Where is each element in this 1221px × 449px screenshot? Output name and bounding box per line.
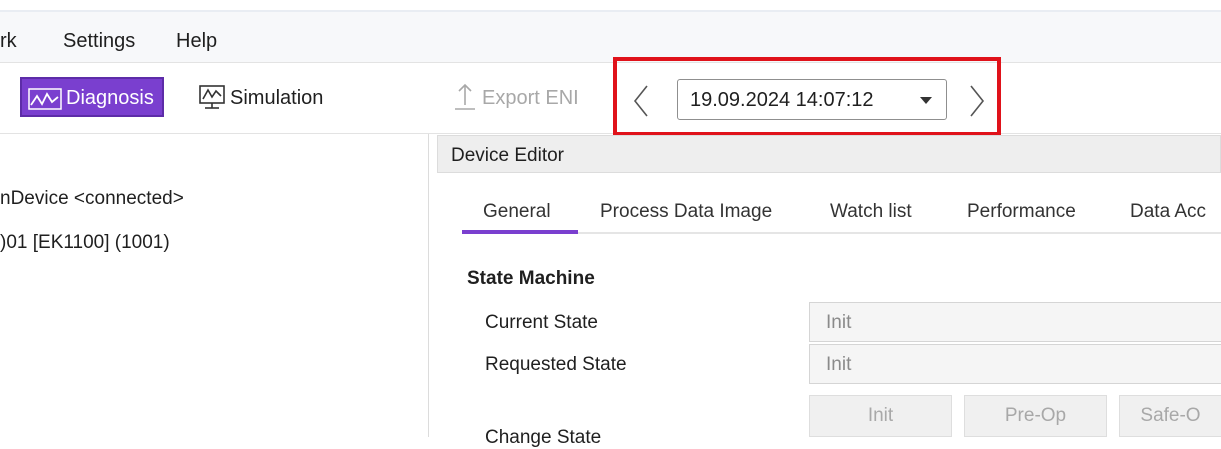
- device-editor-header: Device Editor: [437, 135, 1221, 173]
- export-eni-label: Export ENI: [482, 87, 579, 109]
- simulation-icon: [199, 85, 225, 109]
- diagnosis-label: Diagnosis: [66, 87, 154, 109]
- tab-watch-list[interactable]: Watch list: [830, 201, 912, 223]
- export-eni-button[interactable]: Export ENI: [450, 77, 590, 117]
- requested-state-value: Init: [826, 354, 852, 375]
- chevron-right-icon: [970, 85, 985, 117]
- editor-tabs: General Process Data Image Watch list Pe…: [437, 183, 1221, 235]
- date-time-value: 19.09.2024 14:07:12: [690, 89, 874, 111]
- safe-op-button[interactable]: Safe-O: [1119, 395, 1221, 437]
- tree-item-device[interactable]: nDevice <connected>: [0, 188, 184, 210]
- current-state-value: Init: [826, 312, 852, 333]
- next-date-button[interactable]: [965, 84, 989, 118]
- menu-settings[interactable]: Settings: [63, 30, 135, 53]
- tab-general[interactable]: General: [483, 201, 551, 223]
- change-state-label: Change State: [485, 427, 602, 448]
- simulation-button[interactable]: Simulation: [196, 77, 346, 117]
- active-tab-indicator: [462, 230, 578, 234]
- window-top-strip: [0, 0, 1221, 10]
- tab-performance[interactable]: Performance: [967, 201, 1076, 223]
- current-state-label: Current State: [485, 312, 598, 333]
- menu-bar: rk Settings Help: [0, 12, 1221, 63]
- diagnosis-button[interactable]: Diagnosis: [20, 77, 164, 117]
- tab-data-access[interactable]: Data Acc: [1130, 201, 1206, 223]
- state-machine-title: State Machine: [467, 268, 595, 289]
- menu-network[interactable]: rk: [0, 30, 17, 53]
- previous-date-button[interactable]: [629, 84, 653, 118]
- init-button[interactable]: Init: [809, 395, 952, 437]
- pre-op-button[interactable]: Pre-Op: [964, 395, 1107, 437]
- device-tree-panel: nDevice <connected> )01 [EK1100] (1001): [0, 134, 429, 437]
- chevron-down-icon[interactable]: [920, 97, 932, 104]
- device-editor-title: Device Editor: [451, 145, 564, 166]
- requested-state-field: Init: [809, 344, 1221, 384]
- date-time-select[interactable]: 19.09.2024 14:07:12: [677, 79, 947, 120]
- requested-state-label: Requested State: [485, 354, 627, 375]
- toolbar: Diagnosis Simulation Export ENI: [0, 63, 1221, 134]
- simulation-label: Simulation: [230, 87, 324, 109]
- export-icon: [455, 83, 475, 110]
- menu-help[interactable]: Help: [176, 30, 217, 53]
- current-state-field: Init: [809, 302, 1221, 342]
- tree-item-ek1100[interactable]: )01 [EK1100] (1001): [0, 232, 170, 254]
- tab-process-data-image[interactable]: Process Data Image: [600, 201, 772, 223]
- chevron-left-icon: [633, 85, 648, 117]
- diagnosis-icon: [28, 88, 62, 110]
